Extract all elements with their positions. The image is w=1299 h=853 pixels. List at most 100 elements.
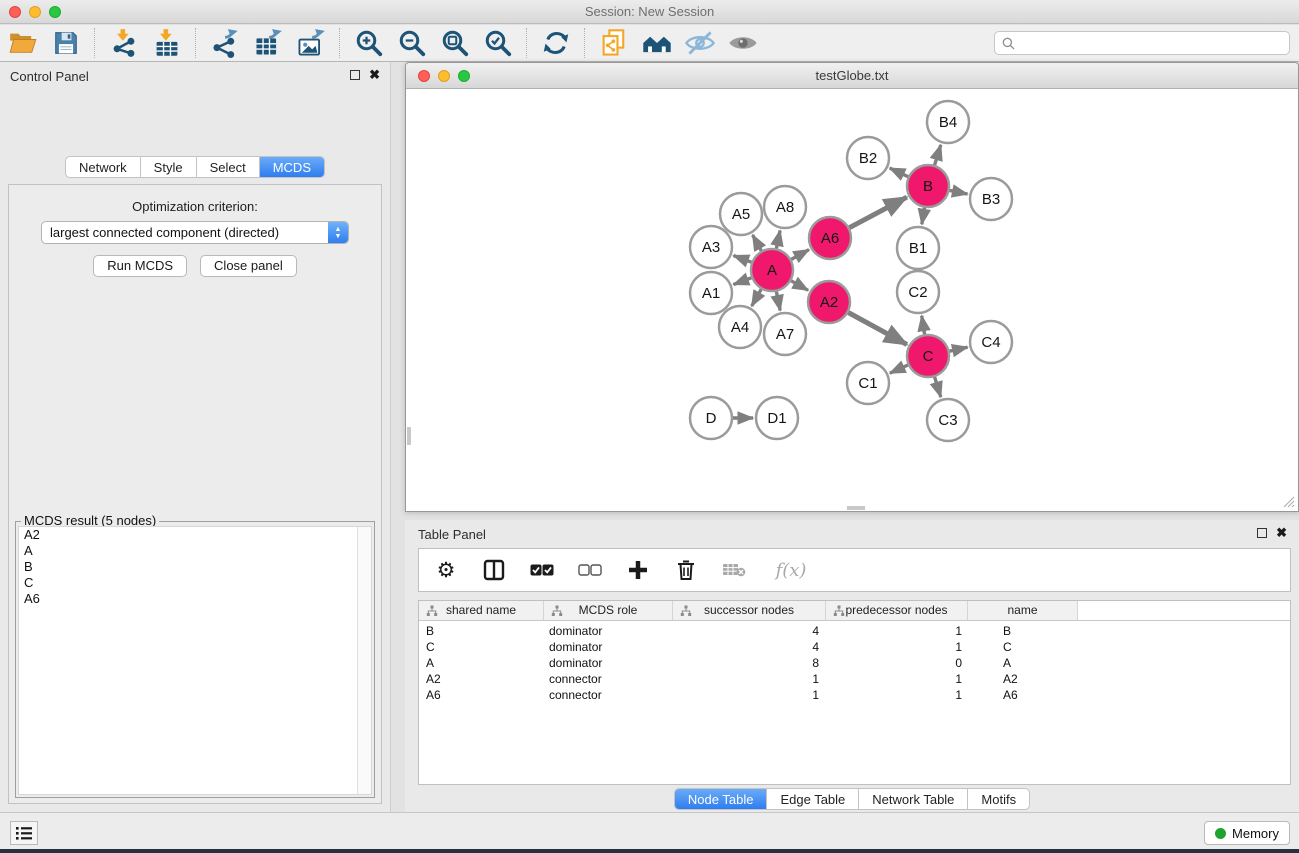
graph-node-label: A7 — [776, 326, 794, 343]
search-field[interactable] — [994, 31, 1290, 55]
column-header-name[interactable]: name — [968, 601, 1078, 620]
table-cell[interactable]: 0 — [826, 655, 968, 671]
add-column-icon[interactable] — [625, 556, 651, 584]
zoom-out-icon[interactable] — [393, 27, 430, 59]
application-window: Session: New Session — [0, 0, 1299, 853]
import-network-icon[interactable] — [105, 27, 142, 59]
table-cell[interactable]: 1 — [673, 671, 826, 687]
table-row[interactable]: A2connector11A2 — [419, 671, 1290, 687]
close-table-panel-icon[interactable]: ✖ — [1276, 525, 1287, 541]
status-bar: Memory — [0, 812, 1299, 849]
table-cell[interactable]: dominator — [544, 623, 673, 639]
table-cell[interactable]: dominator — [544, 655, 673, 671]
tab-network[interactable]: Network — [66, 157, 141, 177]
select-all-columns-icon[interactable] — [529, 556, 555, 584]
tab-node-table[interactable]: Node Table — [675, 789, 768, 809]
zoom-in-icon[interactable] — [350, 27, 387, 59]
table-cell[interactable]: dominator — [544, 639, 673, 655]
table-cell[interactable]: 1 — [826, 687, 968, 703]
deselect-all-columns-icon[interactable] — [577, 556, 603, 584]
tab-mcds[interactable]: MCDS — [260, 157, 324, 177]
mcds-result-item[interactable]: A — [19, 543, 371, 559]
table-cell[interactable]: connector — [544, 687, 673, 703]
vertical-scroll-indicator[interactable] — [407, 427, 411, 445]
mcds-result-item[interactable]: C — [19, 575, 371, 591]
show-all-icon[interactable] — [724, 27, 761, 59]
export-image-icon[interactable] — [292, 27, 329, 59]
graph-node-label: A6 — [821, 230, 839, 247]
export-network-icon[interactable] — [206, 27, 243, 59]
column-header-successor-nodes[interactable]: successor nodes — [673, 601, 826, 620]
float-panel-icon[interactable] — [350, 70, 360, 80]
tab-style[interactable]: Style — [141, 157, 197, 177]
table-cell[interactable]: 1 — [826, 623, 968, 639]
table-cell[interactable]: 4 — [673, 639, 826, 655]
close-panel-button[interactable]: Close panel — [200, 255, 297, 277]
open-session-icon[interactable] — [4, 27, 41, 59]
mcds-panel: Optimization criterion: largest connecte… — [8, 184, 382, 804]
table-row[interactable]: Adominator80A — [419, 655, 1290, 671]
table-cell[interactable]: B — [968, 623, 1078, 639]
table-cell[interactable]: connector — [544, 671, 673, 687]
float-table-panel-icon[interactable] — [1257, 528, 1267, 538]
delete-table-icon — [721, 556, 747, 584]
save-session-icon[interactable] — [47, 27, 84, 59]
new-network-from-selection-icon[interactable] — [595, 27, 632, 59]
delete-column-icon[interactable] — [673, 556, 699, 584]
criterion-dropdown[interactable]: largest connected component (directed) ▲… — [41, 221, 349, 244]
import-table-icon[interactable] — [148, 27, 185, 59]
toolbar-separator — [584, 28, 585, 58]
result-scrollbar[interactable] — [357, 527, 371, 794]
show-columns-icon[interactable] — [481, 556, 507, 584]
graph-edge-A-A6 — [791, 250, 809, 260]
zoom-fit-icon[interactable] — [436, 27, 473, 59]
table-settings-icon[interactable]: ⚙ — [433, 556, 459, 584]
mcds-result-item[interactable]: B — [19, 559, 371, 575]
tab-network-table[interactable]: Network Table — [859, 789, 968, 809]
mcds-result-item[interactable]: A6 — [19, 591, 371, 607]
refresh-view-icon[interactable] — [537, 27, 574, 59]
table-cell[interactable]: A — [419, 655, 544, 671]
tab-motifs[interactable]: Motifs — [968, 789, 1029, 809]
table-cell[interactable]: B — [419, 623, 544, 639]
memory-button[interactable]: Memory — [1204, 821, 1290, 845]
column-header-shared-name[interactable]: shared name — [419, 601, 544, 620]
export-table-icon[interactable] — [249, 27, 286, 59]
table-row[interactable]: A6connector11A6 — [419, 687, 1290, 703]
table-cell[interactable]: A2 — [419, 671, 544, 687]
task-history-button[interactable] — [10, 821, 38, 845]
graph-edge-A-A8 — [776, 231, 780, 249]
zoom-selected-icon[interactable] — [479, 27, 516, 59]
table-row[interactable]: Cdominator41C — [419, 639, 1290, 655]
first-neighbors-icon[interactable] — [638, 27, 675, 59]
tab-edge-table[interactable]: Edge Table — [767, 789, 859, 809]
table-cell[interactable]: A6 — [419, 687, 544, 703]
close-panel-icon[interactable]: ✖ — [369, 67, 380, 83]
table-cell[interactable]: A2 — [968, 671, 1078, 687]
mcds-result-item[interactable]: A2 — [19, 527, 371, 543]
table-cell[interactable]: 8 — [673, 655, 826, 671]
horizontal-scroll-indicator[interactable] — [847, 506, 865, 510]
table-cell[interactable]: A — [968, 655, 1078, 671]
search-input[interactable] — [1020, 36, 1289, 51]
shared-column-icon — [551, 605, 563, 617]
function-builder-icon: f(x) — [769, 556, 813, 584]
table-cell[interactable]: 1 — [826, 639, 968, 655]
hide-selected-icon[interactable] — [681, 27, 718, 59]
column-header-mcds-role[interactable]: MCDS role — [544, 601, 673, 620]
table-row[interactable]: Bdominator41B — [419, 623, 1290, 639]
table-cell[interactable]: A6 — [968, 687, 1078, 703]
network-canvas[interactable]: B4B2BB3A8A5A6A3B1AA1C2A2A4A7C4CC1DD1C3 — [407, 90, 1297, 510]
graph-node-label: D1 — [767, 410, 786, 427]
resize-grip[interactable] — [1281, 494, 1295, 508]
table-cell[interactable]: 4 — [673, 623, 826, 639]
graph-edge-B-B2 — [890, 168, 908, 177]
table-cell[interactable]: C — [419, 639, 544, 655]
table-cell[interactable]: C — [968, 639, 1078, 655]
tab-select[interactable]: Select — [197, 157, 260, 177]
column-header-predecessor-nodes[interactable]: predecessor nodes — [826, 601, 968, 620]
run-mcds-button[interactable]: Run MCDS — [93, 255, 187, 277]
table-cell[interactable]: 1 — [826, 671, 968, 687]
toolbar-separator — [339, 28, 340, 58]
table-cell[interactable]: 1 — [673, 687, 826, 703]
